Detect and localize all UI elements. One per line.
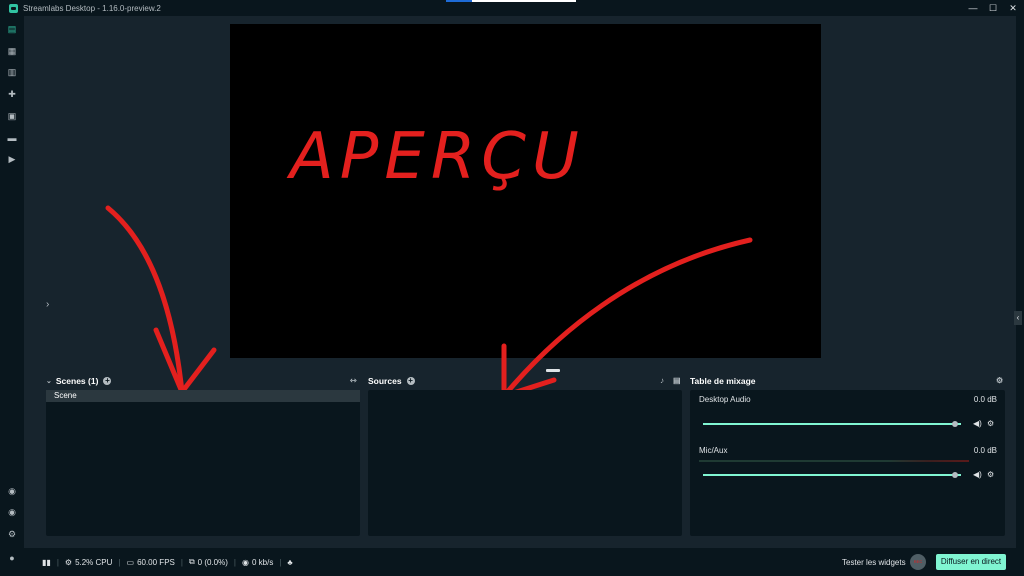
divider: |: [233, 557, 236, 567]
divider: |: [56, 557, 59, 567]
speaker-icon[interactable]: ◀): [973, 470, 982, 479]
close-icon[interactable]: ✕: [1008, 3, 1018, 13]
fps-value: 60.00 FPS: [137, 557, 175, 567]
add-scene-icon[interactable]: +: [103, 377, 112, 385]
test-widgets-button[interactable]: Tester les widgets: [842, 558, 906, 567]
mixer-list: Desktop Audio 0.0 dB ◀) ⚙ Mic/Aux 0.0 dB…: [690, 390, 1005, 536]
divider: |: [118, 557, 121, 567]
play-icon[interactable]: ▶: [7, 154, 17, 164]
scene-item[interactable]: Scene: [46, 390, 360, 402]
dropped-frames-stat: ⧉ 0 (0.0%): [189, 557, 228, 567]
mixer-channel-db: 0.0 dB: [973, 395, 997, 404]
dropped-frames-icon: ⧉: [188, 557, 195, 566]
maximize-icon[interactable]: ☐: [988, 3, 998, 13]
performance-chart-icon[interactable]: ▮▮: [42, 558, 51, 567]
cpu-value: 5.2% CPU: [75, 557, 113, 567]
mixer-channel-name: Mic/Aux: [699, 446, 728, 455]
bitrate-icon: ◉: [241, 557, 249, 567]
arrow-to-sources: [501, 237, 753, 399]
title-accent-bar-blue: [446, 0, 472, 2]
chevron-down-icon[interactable]: ⌄: [46, 377, 52, 385]
transition-icon[interactable]: ⇿: [350, 376, 357, 385]
side-nav: ▤ ▦ ▥ ✚ ▣ ▬ ▶ ◉ ◉ ⚙ ●: [0, 16, 24, 576]
divider: |: [180, 557, 183, 567]
window-title: Streamlabs Desktop - 1.16.0-preview.2: [23, 3, 161, 13]
user-icon[interactable]: ●: [7, 553, 17, 563]
window-controls: — ☐ ✕: [968, 0, 1018, 16]
mixer-channel-db: 0.0 dB: [973, 446, 997, 455]
sources-title: Sources: [368, 376, 402, 386]
bitrate-value: 0 kb/s: [251, 557, 274, 567]
studio-area: › APERÇU ‹ ⌄ Scenes (1) + ⇿ Scene Source…: [24, 16, 1022, 548]
audio-source-icon[interactable]: ♪: [660, 376, 664, 385]
sources-list: [368, 390, 682, 536]
volume-slider-handle[interactable]: [952, 472, 958, 478]
folder-icon[interactable]: ▤: [673, 376, 681, 385]
record-button[interactable]: REC: [910, 554, 926, 570]
dropped-frames-value: 0 (0.0%): [197, 557, 228, 567]
channel-settings-icon[interactable]: ⚙: [987, 470, 994, 479]
volume-slider-track[interactable]: [703, 474, 961, 476]
tools-icon[interactable]: ✚: [7, 89, 17, 99]
mixer-channel-name: Desktop Audio: [699, 395, 751, 404]
scenes-header: ⌄ Scenes (1) + ⇿: [46, 374, 360, 388]
editor-icon[interactable]: ▤: [7, 24, 17, 34]
streamlabs-logo-icon: [9, 3, 18, 13]
fps-icon: ▭: [126, 557, 135, 567]
scenes-title: Scenes (1): [55, 376, 99, 386]
store-icon[interactable]: ▣: [7, 111, 17, 121]
speaker-icon[interactable]: ◀): [973, 419, 982, 428]
library-icon[interactable]: ▥: [7, 67, 17, 77]
mixer-title: Table de mixage: [690, 376, 756, 386]
themes-icon[interactable]: ▦: [7, 46, 17, 56]
mixer-header: Table de mixage ⚙: [690, 374, 1006, 388]
panel-resize-handle[interactable]: [546, 369, 560, 372]
recordings-icon[interactable]: ▬: [7, 133, 17, 143]
volume-meter: [699, 460, 969, 462]
help-icon[interactable]: ◉: [7, 486, 17, 496]
volume-slider-track[interactable]: [703, 423, 961, 425]
go-live-button[interactable]: Diffuser en direct: [936, 554, 1006, 570]
sources-panel: Sources + ♪ ▤: [368, 374, 682, 536]
minimize-icon[interactable]: —: [968, 3, 978, 13]
channel-settings-icon[interactable]: ⚙: [987, 419, 994, 428]
add-source-icon[interactable]: +: [406, 377, 415, 385]
cpu-stat: ⚙ 5.2% CPU: [65, 558, 113, 567]
notification-bell-icon[interactable]: ♣: [287, 558, 292, 567]
mixer-channel-desktop-audio: Desktop Audio 0.0 dB ◀) ⚙: [699, 395, 997, 428]
mixer-channel-mic-aux: Mic/Aux 0.0 dB ◀) ⚙: [699, 446, 997, 479]
dashboard-icon[interactable]: ◉: [7, 507, 17, 517]
settings-icon[interactable]: ⚙: [7, 529, 17, 539]
status-footer: ▮▮ | ⚙ 5.2% CPU | ▭ 60.00 FPS | ⧉ 0 (0.0…: [24, 548, 1024, 576]
divider: |: [279, 557, 282, 567]
fps-stat: ▭ 60.00 FPS: [127, 558, 175, 567]
sources-header: Sources + ♪ ▤: [368, 374, 682, 388]
bitrate-stat: ◉ 0 kb/s: [242, 558, 273, 567]
cpu-icon: ⚙: [64, 557, 73, 567]
title-bar: Streamlabs Desktop - 1.16.0-preview.2 — …: [0, 0, 1024, 16]
scenes-panel: ⌄ Scenes (1) + ⇿ Scene: [46, 374, 360, 536]
volume-slider-handle[interactable]: [952, 421, 958, 427]
mixer-settings-icon[interactable]: ⚙: [996, 376, 1003, 385]
scenes-list: Scene: [46, 390, 360, 536]
mixer-panel: Table de mixage ⚙ Desktop Audio 0.0 dB ◀…: [690, 374, 1006, 536]
